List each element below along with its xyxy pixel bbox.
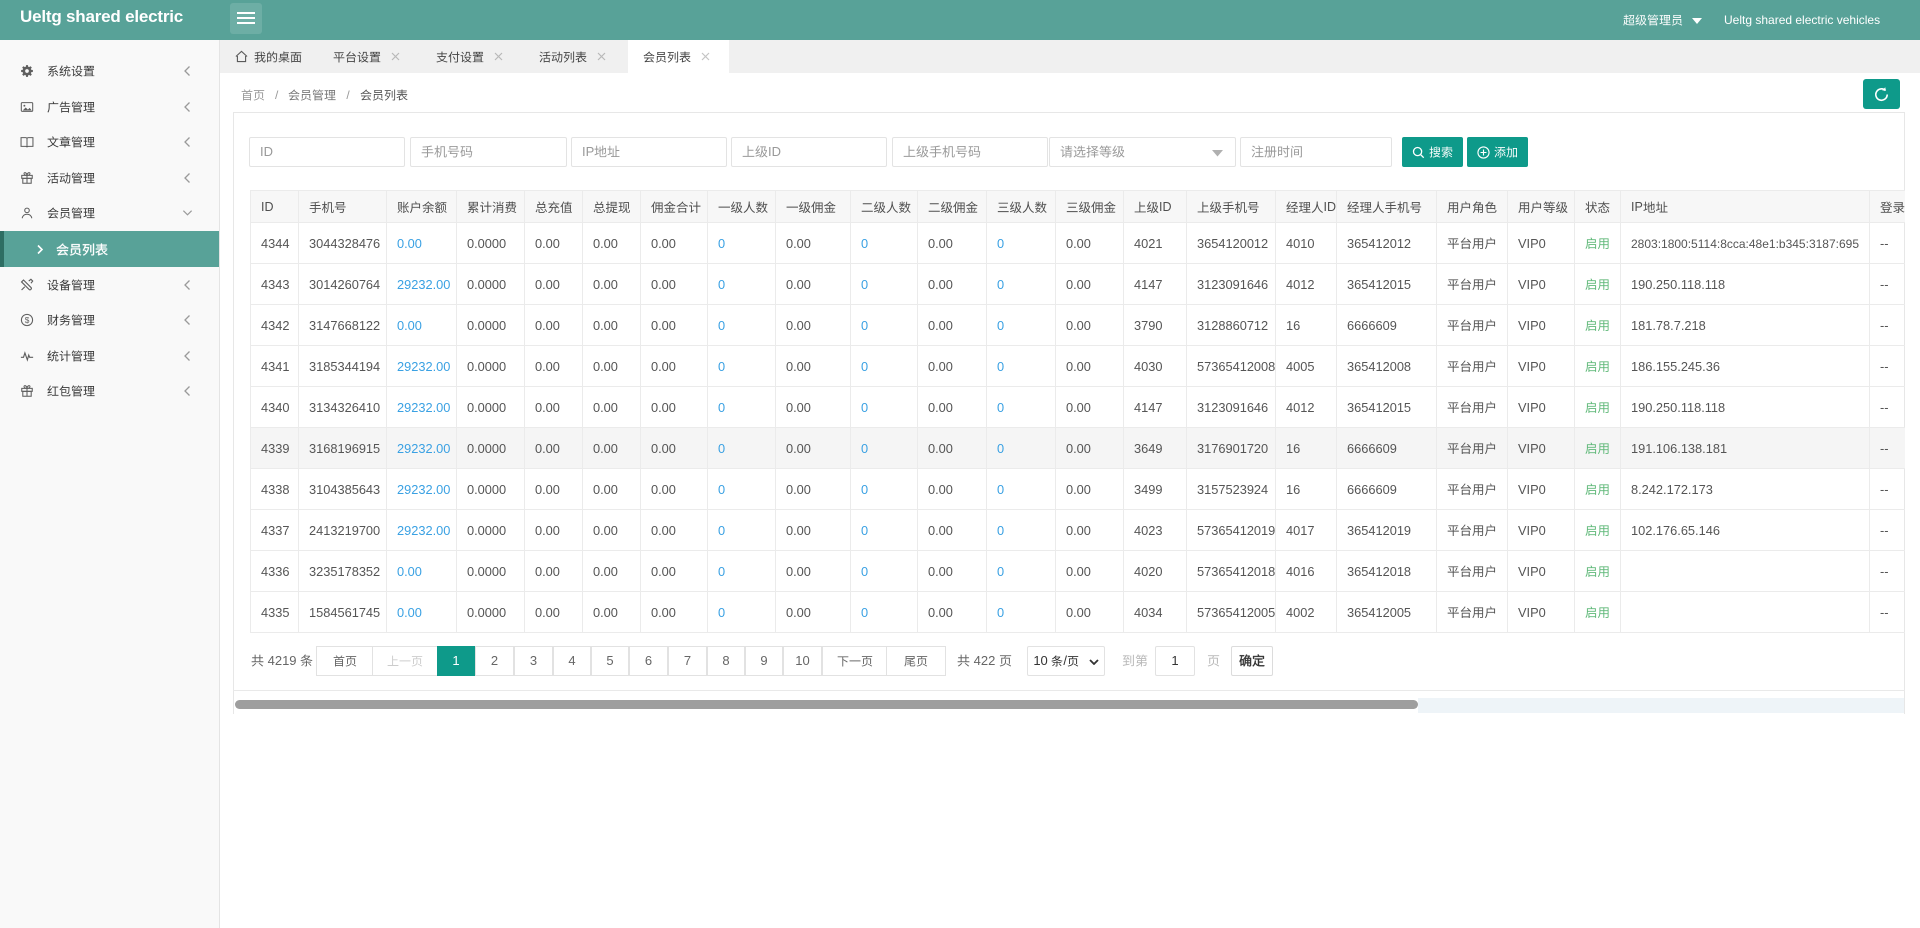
svg-text:$: $: [25, 315, 30, 325]
